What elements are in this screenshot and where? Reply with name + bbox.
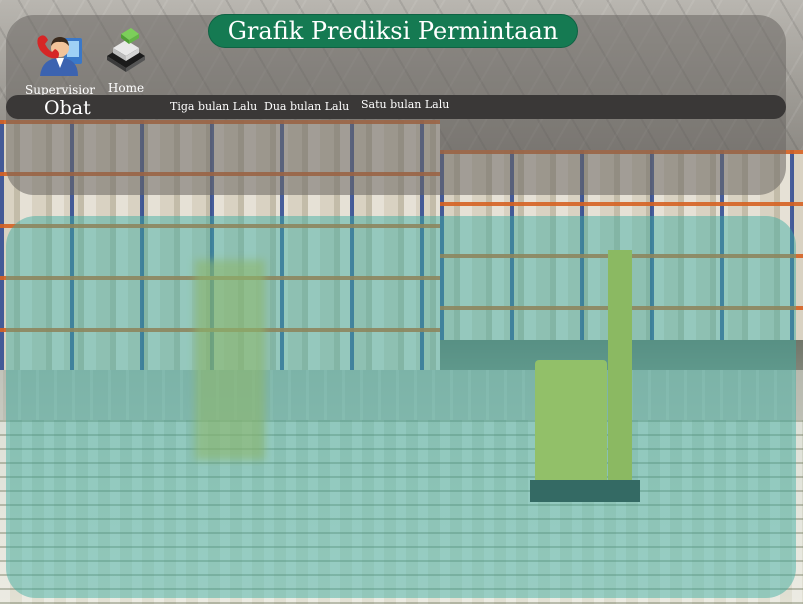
home-button[interactable]: Home [103, 26, 149, 95]
chart-panel [6, 216, 796, 598]
nav-link-one-month[interactable]: Satu bulan Lalu [361, 98, 449, 111]
category-label: Obat [44, 97, 91, 119]
supervisor-icon [37, 35, 82, 76]
supervisor-button[interactable]: Supervisior [25, 28, 95, 97]
page-title: Grafik Prediksi Permintaan [208, 14, 578, 48]
nav-link-three-months[interactable]: Tiga bulan Lalu [170, 100, 257, 113]
nav-bar: Obat Tiga bulan Lalu Dua bulan Lalu Satu… [6, 95, 786, 119]
home-label: Home [107, 81, 145, 95]
home-icon [107, 28, 145, 72]
nav-link-two-months[interactable]: Dua bulan Lalu [264, 100, 349, 113]
